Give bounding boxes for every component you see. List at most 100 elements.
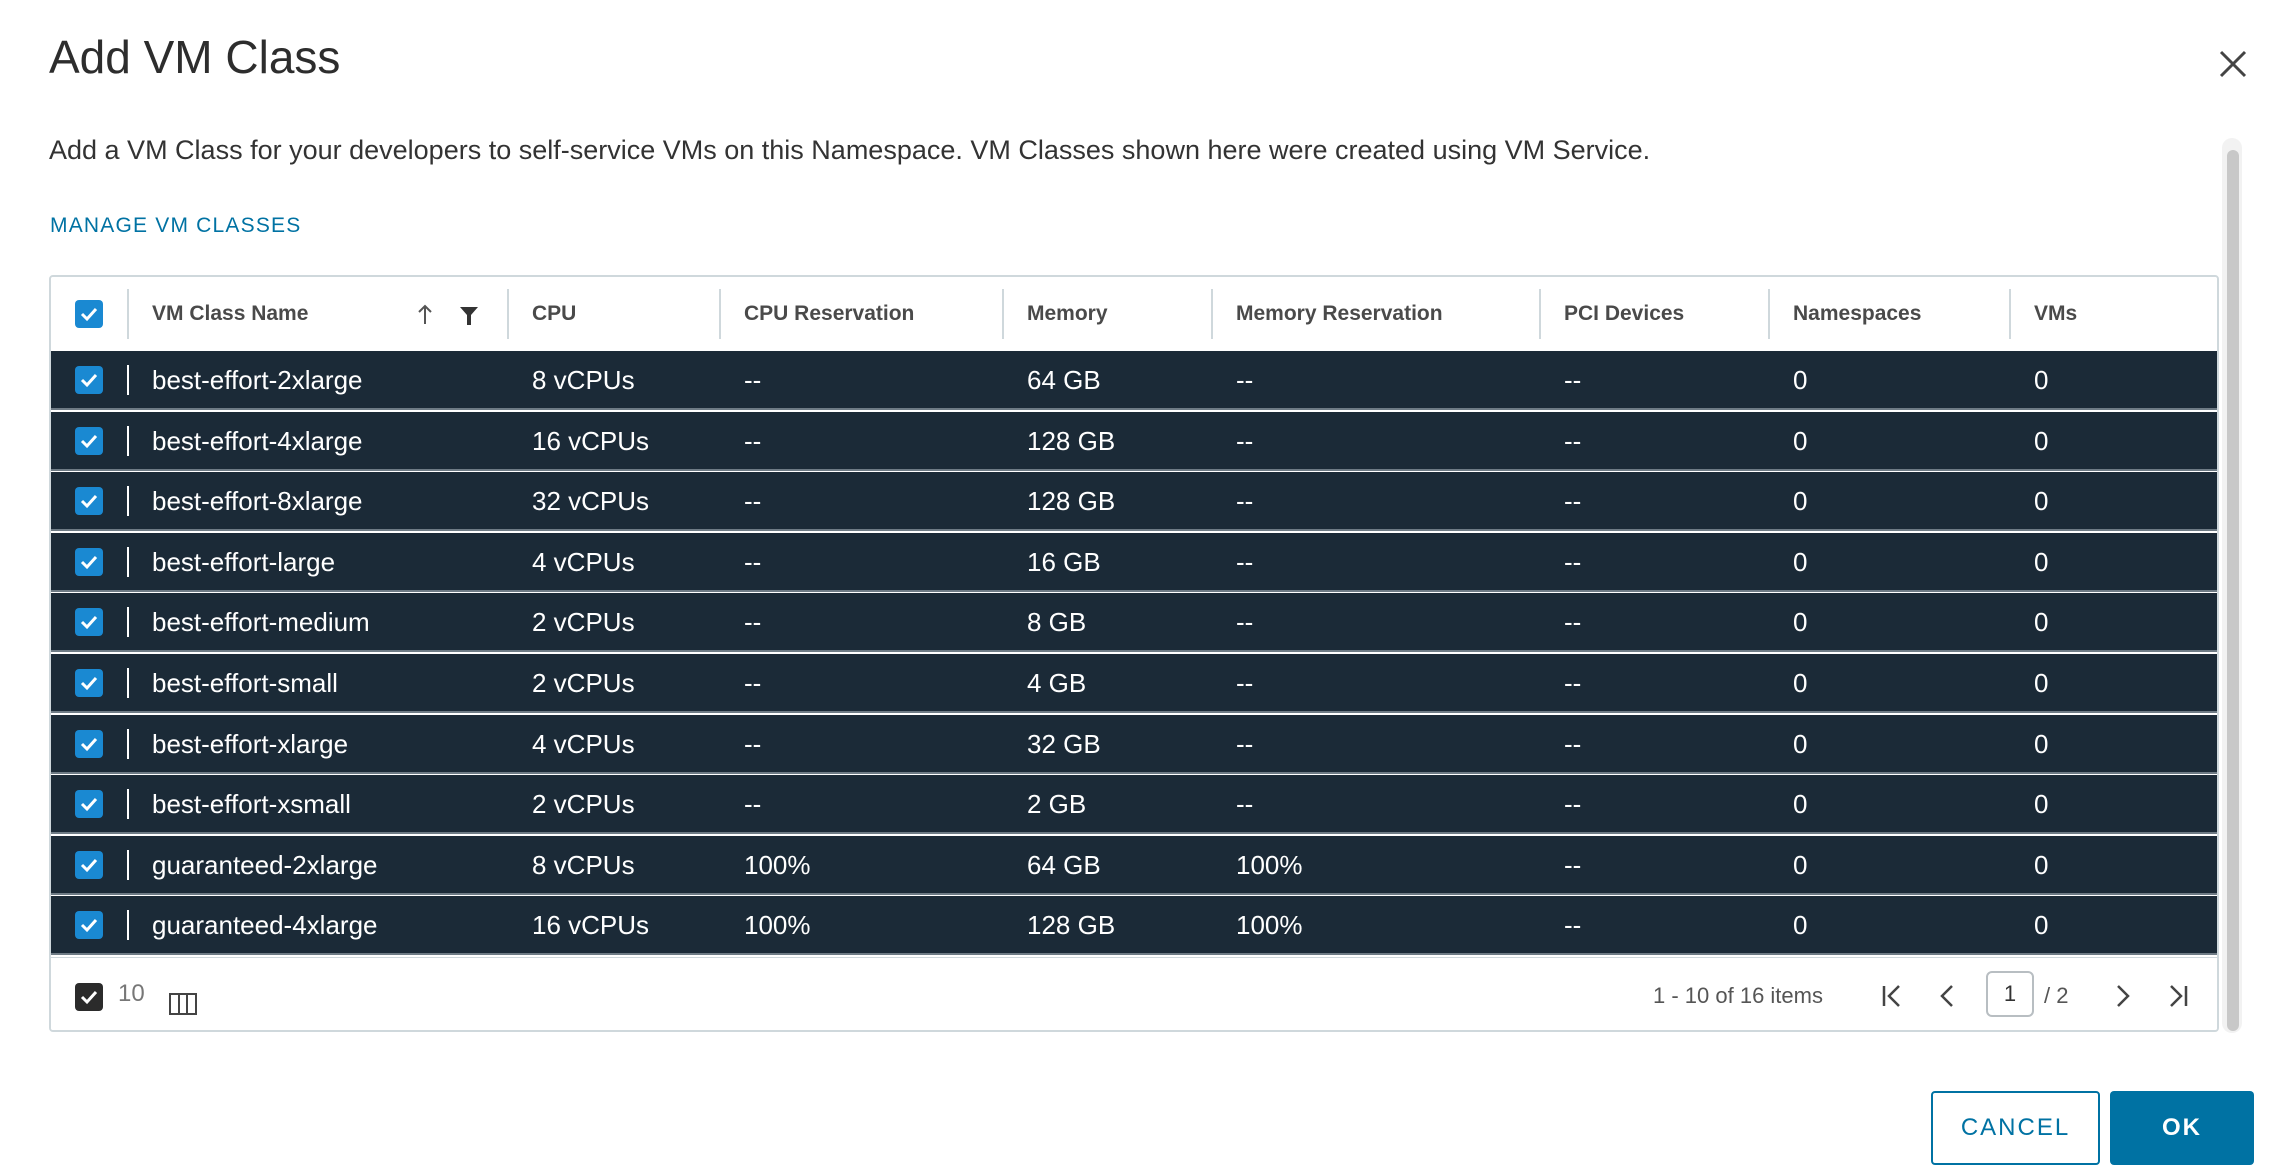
cell-memory-reservation: --	[1236, 789, 1254, 820]
column-separator	[1768, 289, 1770, 339]
total-pages: / 2	[2044, 983, 2069, 1008]
table-row[interactable]: best-effort-4xlarge 16 vCPUs -- 128 GB -- -- 0…	[51, 411, 2217, 471]
table-row[interactable]: best-effort-small 2 vCPUs -- 4 GB -- -- 0 0	[51, 654, 2217, 713]
close-icon[interactable]	[2215, 46, 2251, 82]
cell-vms: 0	[2034, 668, 2049, 698]
row-checkbox[interactable]	[75, 366, 103, 394]
cell-cpu: 4 vCPUs	[532, 546, 635, 577]
close-button[interactable]	[2215, 46, 2251, 82]
table-row[interactable]: guaranteed-2xlarge 8 vCPUs 100% 64 GB 100% --…	[51, 835, 2217, 895]
column-toggle-icon[interactable]	[169, 993, 197, 1015]
cell-memory-reservation: --	[1236, 425, 1254, 456]
cell-cpu-reservation: 100%	[744, 849, 811, 880]
row-separator	[127, 789, 129, 820]
checkmark-icon	[80, 307, 98, 322]
table-row[interactable]: best-effort-xsmall 2 vCPUs -- 2 GB -- -- 0 0	[51, 775, 2217, 835]
cell-cpu-reservation: --	[744, 425, 762, 456]
row-checkbox[interactable]	[75, 790, 103, 819]
table-row[interactable]: guaranteed-4xlarge 16 vCPUs 100% 128 GB 100%…	[51, 896, 2217, 956]
column-header-memory-reservation[interactable]: Memory Reservation	[1236, 277, 1443, 351]
previous-page-icon[interactable]	[1934, 982, 1962, 1010]
cell-vms: 0	[2034, 849, 2049, 880]
column-header-cpu-reservation[interactable]: CPU Reservation	[744, 277, 914, 351]
cell-cpu: 2 vCPUs	[532, 607, 635, 638]
cell-vms: 0	[2034, 910, 2049, 941]
column-header-vm-class-name[interactable]: VM Class Name	[152, 277, 308, 351]
column-header-vms[interactable]: VMs	[2034, 277, 2077, 351]
column-separator	[1211, 289, 1213, 339]
cell-vm-class-name: best-effort-2xlarge	[152, 365, 363, 395]
manage-vm-classes-link[interactable]: MANAGE VM CLASSES	[50, 214, 301, 238]
cell-cpu: 16 vCPUs	[532, 425, 650, 456]
cell-vms: 0	[2034, 728, 2049, 759]
row-separator	[127, 910, 129, 941]
column-separator	[719, 289, 721, 339]
cell-vm-class-name: guaranteed-4xlarge	[152, 910, 378, 941]
vm-class-datagrid: VM Class Name CPU CPU Reservation Memory…	[49, 275, 2219, 1032]
sort-ascending-icon[interactable]	[415, 303, 435, 327]
last-page-icon[interactable]	[2163, 982, 2191, 1010]
row-separator	[127, 546, 129, 577]
checkmark-icon	[80, 737, 98, 751]
cancel-button[interactable]: CANCEL	[1931, 1091, 2100, 1165]
select-all-checkbox[interactable]	[75, 300, 103, 328]
cell-cpu-reservation: 100%	[744, 910, 811, 941]
row-checkbox[interactable]	[75, 729, 103, 758]
row-checkbox[interactable]	[75, 911, 103, 940]
cell-cpu-reservation: --	[744, 365, 762, 395]
cell-cpu: 8 vCPUs	[532, 849, 635, 880]
ok-button[interactable]: OK	[2110, 1091, 2254, 1165]
cell-cpu-reservation: --	[744, 728, 762, 759]
cell-cpu-reservation: --	[744, 486, 762, 517]
table-row[interactable]: best-effort-xlarge 4 vCPUs -- 32 GB -- -- 0 0	[51, 714, 2217, 774]
cell-pci-devices: --	[1564, 607, 1582, 638]
first-page-icon[interactable]	[1879, 982, 1907, 1010]
cell-cpu-reservation: --	[744, 789, 762, 820]
column-header-memory[interactable]: Memory	[1027, 277, 1108, 351]
current-page-input[interactable]: 1	[1986, 971, 2034, 1017]
pagination-info: 1 - 10 of 16 items	[1653, 983, 1823, 1008]
selection-count-checkbox[interactable]	[75, 983, 103, 1011]
checkmark-icon	[80, 434, 98, 448]
checkmark-icon	[80, 555, 98, 569]
cell-memory-reservation: --	[1236, 607, 1254, 638]
scrollbar-thumb[interactable]	[2227, 150, 2239, 1031]
column-header-pci-devices[interactable]: PCI Devices	[1564, 277, 1684, 351]
column-separator	[1002, 289, 1004, 339]
checkmark-icon	[80, 919, 98, 933]
cell-cpu-reservation: --	[744, 668, 762, 698]
dialog-description: Add a VM Class for your developers to se…	[49, 135, 1651, 165]
checkmark-icon	[80, 616, 98, 630]
row-separator	[127, 365, 129, 395]
cell-vms: 0	[2034, 789, 2049, 820]
cell-pci-devices: --	[1564, 668, 1582, 698]
cell-memory-reservation: --	[1236, 546, 1254, 577]
column-header-namespaces[interactable]: Namespaces	[1793, 277, 1921, 351]
cell-vm-class-name: best-effort-4xlarge	[152, 425, 363, 456]
row-separator	[127, 728, 129, 759]
row-checkbox[interactable]	[75, 669, 103, 697]
row-checkbox[interactable]	[75, 426, 103, 455]
next-page-icon[interactable]	[2108, 982, 2136, 1010]
checkmark-icon	[80, 676, 98, 691]
cell-namespaces: 0	[1793, 789, 1808, 820]
cell-pci-devices: --	[1564, 486, 1582, 517]
row-checkbox[interactable]	[75, 487, 103, 516]
column-header-cpu[interactable]: CPU	[532, 277, 576, 351]
cell-memory-reservation: --	[1236, 365, 1254, 395]
row-checkbox[interactable]	[75, 850, 103, 879]
table-row[interactable]: best-effort-medium 2 vCPUs -- 8 GB -- -- 0 0	[51, 593, 2217, 653]
table-row[interactable]: best-effort-2xlarge 8 vCPUs -- 64 GB -- -- 0 0	[51, 351, 2217, 410]
table-row[interactable]: best-effort-8xlarge 32 vCPUs -- 128 GB -- -- 0…	[51, 472, 2217, 532]
row-checkbox[interactable]	[75, 547, 103, 576]
filter-icon[interactable]	[459, 305, 479, 327]
cell-memory: 2 GB	[1027, 789, 1087, 820]
table-row[interactable]: best-effort-large 4 vCPUs -- 16 GB -- -- 0 0	[51, 532, 2217, 592]
cell-cpu-reservation: --	[744, 546, 762, 577]
row-checkbox[interactable]	[75, 608, 103, 637]
cell-memory-reservation: --	[1236, 486, 1254, 517]
cell-namespaces: 0	[1793, 546, 1808, 577]
cell-pci-devices: --	[1564, 365, 1582, 395]
cell-memory: 32 GB	[1027, 728, 1101, 759]
row-separator	[127, 668, 129, 698]
